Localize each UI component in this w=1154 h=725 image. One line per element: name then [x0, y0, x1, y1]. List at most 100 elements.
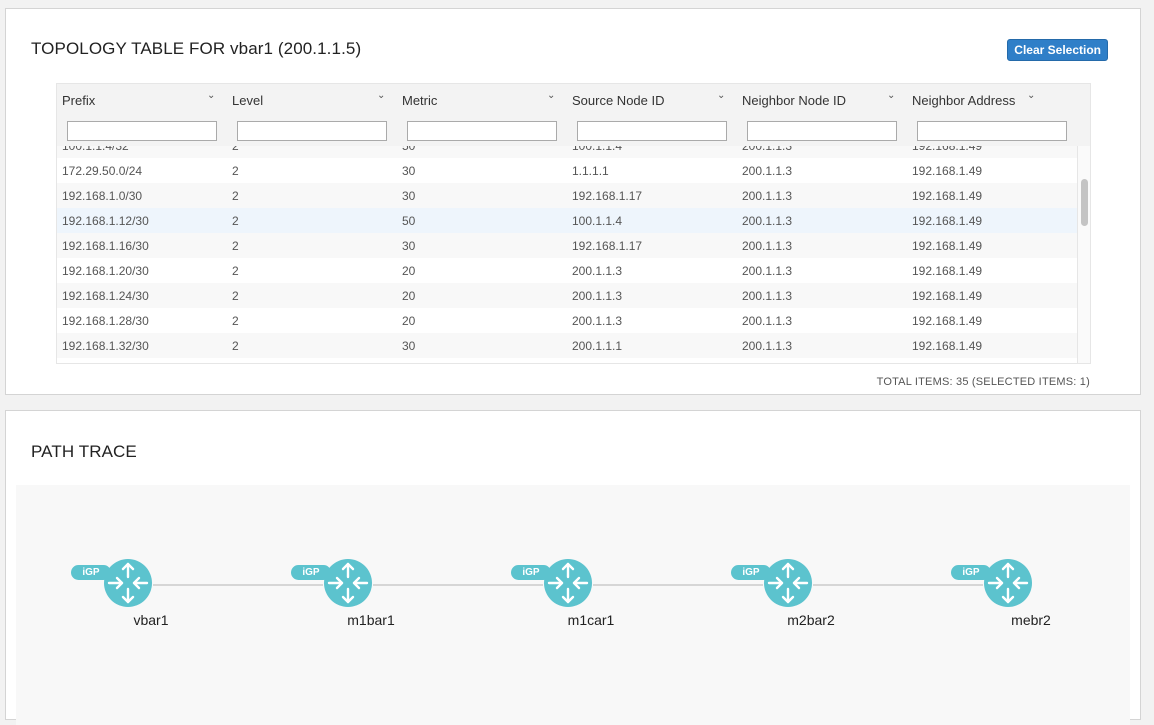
- router-icon[interactable]: [103, 558, 153, 608]
- topology-panel: TOPOLOGY TABLE FOR vbar1 (200.1.1.5) Cle…: [5, 8, 1141, 395]
- column-header[interactable]: Prefix ⌄: [57, 84, 227, 146]
- table-cell: 1.1.1.1: [572, 164, 609, 178]
- path-node[interactable]: iGP mebr2: [951, 558, 1051, 638]
- column-filter-input[interactable]: [747, 121, 897, 141]
- table-row[interactable]: 192.168.1.20/30 2 20 200.1.1.3 200.1.1.3 192.…: [57, 258, 1077, 283]
- column-header-label: Neighbor Node ID: [742, 93, 847, 108]
- table-cell: 192.168.1.49: [912, 289, 983, 303]
- table-cell: 50: [402, 146, 416, 153]
- router-icon[interactable]: [763, 558, 813, 608]
- node-label: m1car1: [567, 612, 615, 628]
- column-header[interactable]: Source Node ID ⌄: [567, 84, 737, 146]
- table-cell: 192.168.1.49: [912, 146, 983, 153]
- table-cell: 200.1.1.3: [742, 289, 793, 303]
- table-cell: 200.1.1.1: [572, 339, 623, 353]
- router-icon[interactable]: [323, 558, 373, 608]
- table-cell: 2: [232, 214, 239, 228]
- table-cell: 192.168.1.24/30: [62, 289, 149, 303]
- table-body: 100.1.1.4/32 2 50 100.1.1.4 200.1.1.3 192.168…: [57, 146, 1077, 363]
- path-node[interactable]: iGP vbar1: [71, 558, 171, 638]
- table-cell: 192.168.1.49: [912, 264, 983, 278]
- table-cell: 200.1.1.3: [742, 339, 793, 353]
- column-filter-input[interactable]: [577, 121, 727, 141]
- column-filter-input[interactable]: [237, 121, 387, 141]
- path-node[interactable]: iGP m1car1: [511, 558, 614, 638]
- table-header: Prefix ⌄ Level ⌄ Metric ⌄ Source Node ID ⌄ Neigh…: [57, 84, 1090, 146]
- table-cell: 192.168.1.0/30: [62, 189, 143, 203]
- table-cell: 200.1.1.3: [742, 164, 793, 178]
- column-header[interactable]: Level ⌄: [227, 84, 397, 146]
- topology-table: Prefix ⌄ Level ⌄ Metric ⌄ Source Node ID ⌄ Neigh…: [56, 83, 1091, 364]
- topology-title: TOPOLOGY TABLE FOR vbar1 (200.1.1.5): [31, 39, 362, 58]
- table-cell: 2: [232, 314, 239, 328]
- column-filter-input[interactable]: [407, 121, 557, 141]
- table-cell: 192.168.1.28/30: [62, 314, 149, 328]
- table-cell: 192.168.1.17: [572, 239, 643, 253]
- chevron-down-icon[interactable]: ⌄: [377, 90, 385, 101]
- vertical-scrollbar[interactable]: [1077, 146, 1090, 363]
- table-row[interactable]: 192.168.1.24/30 2 20 200.1.1.3 200.1.1.3 192.…: [57, 283, 1077, 308]
- chevron-down-icon[interactable]: ⌄: [717, 90, 725, 101]
- chevron-down-icon[interactable]: ⌄: [207, 90, 215, 101]
- node-label: mebr2: [1011, 612, 1051, 628]
- table-cell: 192.168.1.49: [912, 239, 983, 253]
- chevron-down-icon[interactable]: ⌄: [887, 90, 895, 101]
- router-icon[interactable]: [543, 558, 593, 608]
- table-cell: 200.1.1.3: [742, 264, 793, 278]
- path-trace-canvas[interactable]: iGP vbar1 iGP m1bar1 iGP m1car1 iGP m2bar2 i…: [16, 485, 1130, 725]
- table-cell: 192.168.1.17: [572, 189, 643, 203]
- table-cell: 200.1.1.3: [572, 314, 623, 328]
- column-filter-input[interactable]: [917, 121, 1067, 141]
- table-cell: 200.1.1.3: [742, 314, 793, 328]
- igp-badge: iGP: [71, 565, 111, 580]
- column-header[interactable]: Neighbor Node ID ⌄: [737, 84, 907, 146]
- column-header-label: Neighbor Address: [912, 93, 1016, 108]
- table-cell: 2: [232, 264, 239, 278]
- table-cell: 2: [232, 189, 239, 203]
- chevron-down-icon[interactable]: ⌄: [547, 90, 555, 101]
- column-header[interactable]: Neighbor Address ⌄: [907, 84, 1077, 146]
- table-cell: 100.1.1.4/32: [62, 146, 129, 153]
- table-cell: 192.168.1.49: [912, 164, 983, 178]
- table-cell: 172.29.50.0/24: [62, 164, 143, 178]
- column-header[interactable]: Metric ⌄: [397, 84, 567, 146]
- table-cell: 2: [232, 239, 239, 253]
- table-cell: 200.1.1.3: [742, 146, 793, 153]
- column-header-label: Metric: [402, 93, 438, 108]
- table-cell: 2: [232, 289, 239, 303]
- chevron-down-icon[interactable]: ⌄: [1027, 90, 1035, 101]
- table-cell: 20: [402, 314, 416, 328]
- clear-selection-button[interactable]: Clear Selection: [1007, 39, 1108, 61]
- table-cell: 30: [402, 164, 416, 178]
- table-cell: 192.168.1.16/30: [62, 239, 149, 253]
- path-trace-panel: PATH TRACE iGP vbar1 iGP m1bar1 iGP m1car1 …: [5, 410, 1141, 725]
- table-cell: 20: [402, 289, 416, 303]
- table-cell: 200.1.1.3: [742, 189, 793, 203]
- table-row[interactable]: 192.168.1.32/30 2 30 200.1.1.1 200.1.1.3 192.…: [57, 333, 1077, 358]
- table-row[interactable]: 192.168.1.0/30 2 30 192.168.1.17 200.1.1.3 19…: [57, 183, 1077, 208]
- node-label: m2bar2: [787, 612, 835, 628]
- igp-badge: iGP: [291, 565, 331, 580]
- path-node[interactable]: iGP m2bar2: [731, 558, 835, 638]
- total-items-text: TOTAL ITEMS: 35 (SELECTED ITEMS: 1): [876, 376, 1090, 388]
- table-cell: 30: [402, 239, 416, 253]
- path-trace-title: PATH TRACE: [31, 442, 137, 461]
- table-cell: 192.168.1.49: [912, 314, 983, 328]
- column-header-label: Prefix: [62, 93, 96, 108]
- table-row[interactable]: 192.168.1.28/30 2 20 200.1.1.3 200.1.1.3 192.…: [57, 308, 1077, 333]
- column-filter-input[interactable]: [67, 121, 217, 141]
- path-node[interactable]: iGP m1bar1: [291, 558, 395, 638]
- table-cell: 2: [232, 146, 239, 153]
- table-row[interactable]: 100.1.1.4/32 2 50 100.1.1.4 200.1.1.3 192.168…: [57, 146, 1077, 158]
- table-row[interactable]: 192.168.1.12/30 2 50 100.1.1.4 200.1.1.3 192.…: [57, 208, 1077, 233]
- table-cell: 192.168.1.49: [912, 214, 983, 228]
- router-icon[interactable]: [983, 558, 1033, 608]
- igp-badge: iGP: [511, 565, 551, 580]
- igp-badge: iGP: [731, 565, 771, 580]
- table-row[interactable]: 192.168.1.16/30 2 30 192.168.1.17 200.1.1.3 1…: [57, 233, 1077, 258]
- table-cell: 100.1.1.4: [572, 146, 623, 153]
- table-row[interactable]: 172.29.50.0/24 2 30 1.1.1.1 200.1.1.3 192.168…: [57, 158, 1077, 183]
- table-cell: 192.168.1.49: [912, 339, 983, 353]
- table-cell: 200.1.1.3: [742, 239, 793, 253]
- scrollbar-thumb[interactable]: [1081, 179, 1088, 226]
